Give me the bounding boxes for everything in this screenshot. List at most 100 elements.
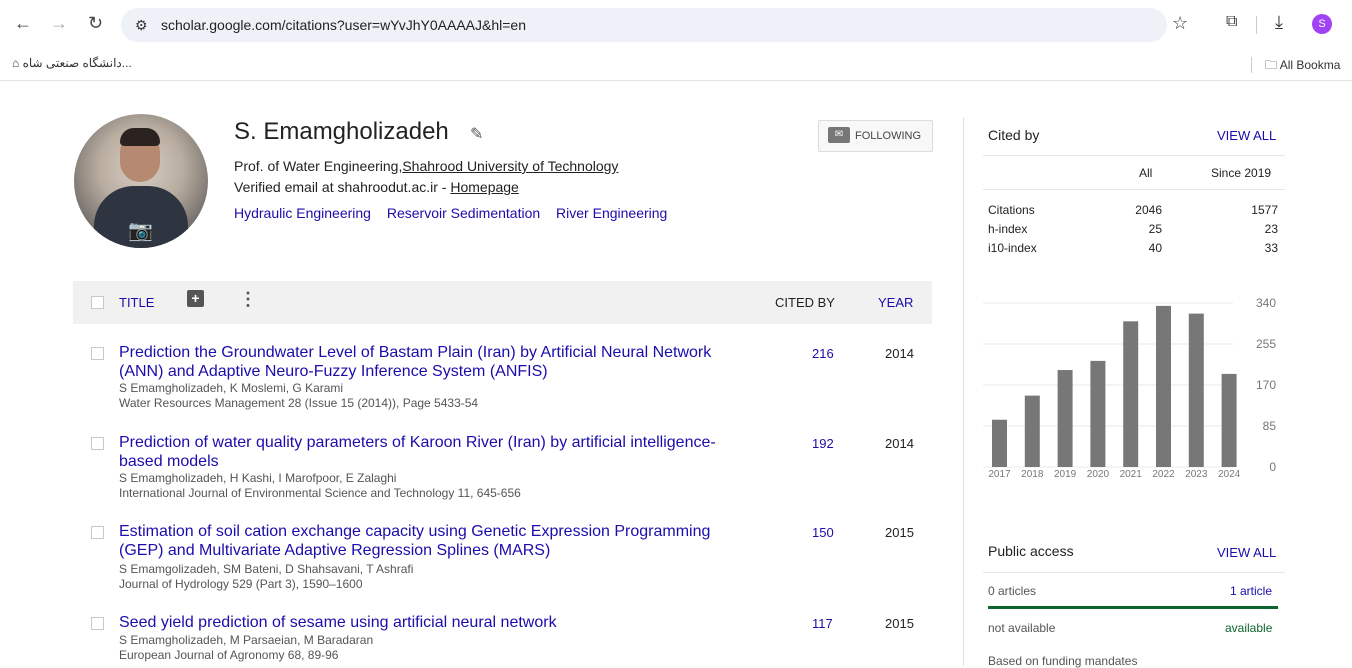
divider	[983, 572, 1285, 573]
article-year: 2014	[885, 346, 914, 361]
profile-avatar[interactable]: S	[1312, 14, 1332, 34]
divider	[983, 155, 1285, 156]
research-interests: Hydraulic Engineering Reservoir Sediment…	[234, 205, 679, 221]
cited-count-link[interactable]: 117	[812, 616, 833, 631]
table-row: Estimation of soil cation exchange capac…	[73, 522, 932, 592]
article-year: 2015	[885, 525, 914, 540]
chart-bar[interactable]	[1188, 313, 1204, 467]
cited-count-link[interactable]: 192	[812, 436, 834, 451]
reload-icon[interactable]: ↻	[88, 13, 103, 34]
sort-title-header[interactable]: TITLE	[119, 295, 154, 310]
x-tick-label: 2019	[1054, 469, 1077, 480]
public-access-heading: Public access	[988, 543, 1074, 559]
table-row: Prediction the Groundwater Level of Bast…	[73, 343, 932, 413]
article-authors: S Emamgholizadeh, M Parsaeian, M Baradar…	[119, 633, 374, 647]
affiliation-link[interactable]: Shahrood University of Technology	[402, 158, 618, 174]
chart-bar[interactable]	[992, 419, 1007, 467]
metric-label: i10-index	[988, 241, 1037, 255]
public-access-right-count[interactable]: 1 article	[1230, 584, 1272, 598]
available-label: available	[1225, 621, 1273, 635]
folder-icon: 🗀	[1265, 58, 1280, 72]
article-venue: Journal of Hydrology 529 (Part 3), 1590–…	[119, 577, 363, 591]
bookmark-star-icon[interactable]: ☆	[1172, 13, 1188, 34]
homepage-link[interactable]: Homepage	[450, 179, 519, 195]
interest-link[interactable]: River Engineering	[556, 205, 667, 221]
not-available-label: not available	[988, 621, 1056, 635]
chart-bar[interactable]	[1024, 395, 1040, 467]
metric-all: 40	[1148, 241, 1162, 255]
citations-per-year-chart: 340 255 170 85 0 2017 2018 2019 2020 2021 2022 2023…	[983, 296, 1277, 480]
article-venue: International Journal of Environmental S…	[119, 486, 521, 500]
profile-photo[interactable]: 📷	[74, 114, 208, 248]
x-tick-label: 2021	[1120, 469, 1143, 480]
forward-arrow-icon[interactable]: →	[50, 13, 68, 34]
select-all-checkbox[interactable]	[91, 296, 104, 309]
camera-icon[interactable]: 📷	[128, 218, 153, 243]
article-venue: European Journal of Agronomy 68, 89-96	[119, 648, 339, 662]
article-authors: S Emamgolizadeh, SM Bateni, D Shahsavani…	[119, 562, 414, 576]
metric-row: Citations 2046 1577	[988, 203, 1278, 219]
bookmark-divider	[1251, 57, 1252, 73]
x-tick-label: 2018	[1021, 469, 1044, 480]
public-access-view-all-link[interactable]: VIEW ALL	[1217, 545, 1276, 560]
y-tick-label: 255	[1256, 337, 1276, 351]
chart-bar[interactable]	[1057, 370, 1073, 467]
download-icon[interactable]: ⤓	[1275, 12, 1283, 33]
x-tick-label: 2020	[1087, 469, 1110, 480]
row-checkbox[interactable]	[91, 347, 104, 360]
edit-pencil-icon[interactable]: ✎	[470, 124, 483, 144]
metric-row: h-index 25 23	[988, 222, 1278, 238]
profile-name: S. Emamgholizadeh	[234, 118, 449, 145]
site-settings-icon[interactable]: ⚙	[135, 17, 148, 34]
article-year: 2015	[885, 616, 914, 631]
article-title-link[interactable]: Prediction the Groundwater Level of Bast…	[119, 343, 729, 381]
cited-by-heading: Cited by	[988, 127, 1040, 143]
back-arrow-icon[interactable]: ←	[14, 13, 32, 34]
url-text[interactable]: scholar.google.com/citations?user=wYvJhY…	[161, 17, 526, 33]
y-tick-label: 85	[1263, 419, 1277, 433]
row-checkbox[interactable]	[91, 526, 104, 539]
x-tick-label: 2023	[1185, 469, 1208, 480]
bookmark-item[interactable]: ⌂ دانشگاه صنعتی شاه...	[12, 56, 132, 70]
extensions-icon[interactable]: ⧉	[1226, 13, 1237, 31]
sort-cited-by-header[interactable]: CITED BY	[775, 295, 835, 310]
article-title-link[interactable]: Prediction of water quality parameters o…	[119, 433, 729, 471]
cited-count-link[interactable]: 216	[812, 346, 834, 361]
divider	[983, 189, 1285, 190]
sidebar-divider	[963, 117, 964, 666]
metric-label: Citations	[988, 203, 1035, 217]
col-all-header: All	[1139, 166, 1153, 180]
chart-bar[interactable]	[1221, 373, 1237, 467]
affiliation: Prof. of Water Engineering,Shahrood Univ…	[234, 158, 619, 174]
mail-check-icon: ✉	[828, 127, 850, 143]
article-title-link[interactable]: Seed yield prediction of sesame using ar…	[119, 613, 729, 632]
following-button[interactable]: ✉ FOLLOWING	[818, 120, 933, 152]
cited-count-link[interactable]: 150	[812, 525, 834, 540]
public-access-left-count[interactable]: 0 articles	[988, 584, 1036, 598]
all-bookmarks[interactable]: 🗀 All Bookma	[1265, 56, 1340, 77]
more-options-icon[interactable]: ⋮	[239, 289, 257, 310]
address-bar[interactable]: ⚙ scholar.google.com/citations?user=wYvJ…	[121, 8, 1167, 42]
row-checkbox[interactable]	[91, 617, 104, 630]
chart-bar[interactable]	[1156, 305, 1171, 467]
row-checkbox[interactable]	[91, 437, 104, 450]
x-tick-label: 2024	[1218, 469, 1241, 480]
interest-link[interactable]: Reservoir Sedimentation	[387, 205, 540, 221]
metric-row: i10-index 40 33	[988, 241, 1278, 257]
metric-since: 1577	[1251, 203, 1278, 217]
metric-label: h-index	[988, 222, 1028, 236]
university-icon: ⌂	[12, 56, 23, 70]
cited-by-view-all-link[interactable]: VIEW ALL	[1217, 128, 1276, 143]
interest-link[interactable]: Hydraulic Engineering	[234, 205, 371, 221]
chart-bar[interactable]	[1090, 360, 1106, 467]
add-article-icon[interactable]: +	[187, 290, 204, 307]
sort-year-header[interactable]: YEAR	[878, 295, 913, 310]
table-row: Prediction of water quality parameters o…	[73, 433, 932, 503]
browser-toolbar: ← → ↻ ⚙ scholar.google.com/citations?use…	[0, 0, 1352, 50]
chart-bar[interactable]	[1123, 321, 1139, 467]
photo-hair	[120, 128, 160, 146]
metric-all: 25	[1148, 222, 1162, 236]
metric-since: 23	[1264, 222, 1278, 236]
article-title-link[interactable]: Estimation of soil cation exchange capac…	[119, 522, 729, 560]
x-tick-label: 2017	[988, 469, 1011, 480]
